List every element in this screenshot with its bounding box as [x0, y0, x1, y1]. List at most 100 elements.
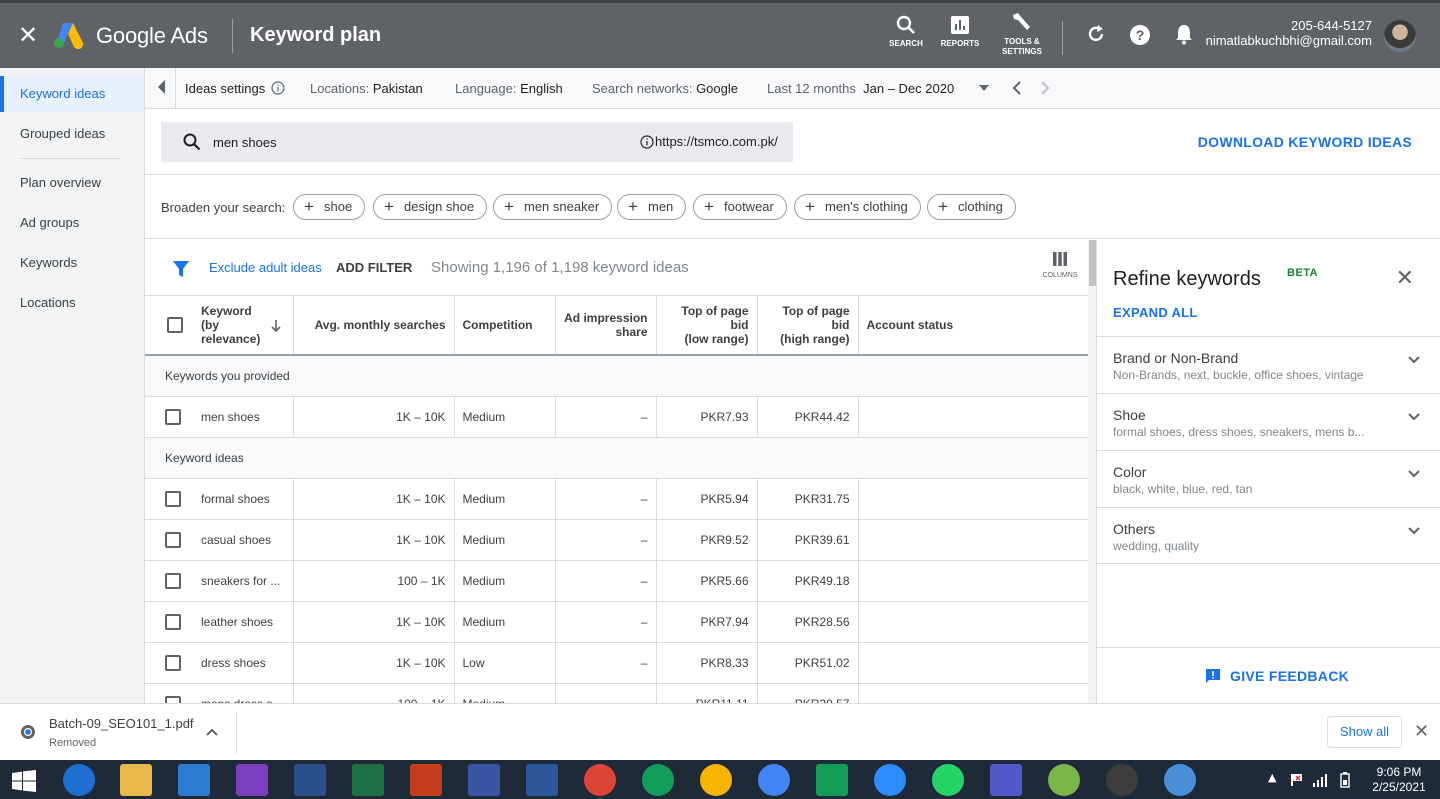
clock[interactable]: 9:06 PM 2/25/2021 [1366, 765, 1432, 795]
collapse-sidebar-icon[interactable] [155, 78, 167, 96]
account-info[interactable]: 205-644-5127 nimatlabkuchbhi@gmail.com [1206, 18, 1372, 48]
chevron-up-icon[interactable] [206, 728, 218, 736]
file-explorer-icon[interactable] [120, 764, 152, 796]
broaden-chip[interactable]: clothing [927, 194, 1016, 220]
vscode-icon[interactable] [178, 764, 210, 796]
chrome-icon[interactable] [700, 764, 732, 796]
info-icon[interactable] [640, 135, 654, 149]
table-scrollbar-thumb[interactable] [1089, 240, 1096, 286]
header-avg-monthly-searches[interactable]: Avg. monthly searches [293, 296, 455, 356]
show-all-downloads-button[interactable]: Show all [1327, 716, 1402, 748]
whatsapp-icon[interactable] [932, 764, 964, 796]
store-icon[interactable] [816, 764, 848, 796]
teams-icon[interactable] [990, 764, 1022, 796]
zoom-icon[interactable] [874, 764, 906, 796]
broaden-chip[interactable]: footwear [693, 194, 787, 220]
add-filter-button[interactable]: ADD FILTER [336, 260, 412, 275]
network-icon[interactable] [1312, 773, 1328, 787]
header-keyword[interactable]: Keyword (by relevance) [193, 296, 294, 356]
table-row[interactable]: dress shoes 1K – 10K Low – PKR8.33 PKR51… [145, 642, 1088, 684]
table-row[interactable]: sneakers for ... 100 – 1K Medium – PKR5.… [145, 560, 1088, 602]
table-row[interactable]: mens dress s... 100 – 1K Medium – PKR11.… [145, 683, 1088, 703]
visual-studio-icon[interactable] [236, 764, 268, 796]
tray-expand-icon[interactable]: ▲ [1268, 771, 1276, 784]
broaden-chip[interactable]: men's clothing [794, 194, 921, 220]
close-icon[interactable]: ✕ [1396, 266, 1414, 291]
info-icon[interactable] [271, 81, 285, 95]
previous-period-icon[interactable] [1012, 81, 1022, 95]
table-row[interactable]: casual shoes 1K – 10K Medium – PKR9.52 P… [145, 519, 1088, 561]
dropdown-arrow-icon[interactable] [979, 85, 989, 91]
powerpoint-icon[interactable] [410, 764, 442, 796]
word-icon[interactable] [526, 764, 558, 796]
table-scrollbar[interactable] [1088, 240, 1096, 703]
notifications-bell-icon[interactable] [1175, 23, 1193, 45]
chrome-icon[interactable] [758, 764, 790, 796]
row-checkbox[interactable] [165, 695, 181, 703]
header-account-status[interactable]: Account status [858, 296, 1088, 356]
refine-group-brand[interactable]: Brand or Non-Brand Non-Brands, next, buc… [1097, 336, 1440, 393]
row-checkbox[interactable] [165, 490, 181, 507]
flag-icon[interactable] [1290, 773, 1304, 787]
row-checkbox[interactable] [165, 613, 181, 630]
table-row[interactable]: leather shoes 1K – 10K Medium – PKR7.94 … [145, 601, 1088, 643]
obs-icon[interactable] [1106, 764, 1138, 796]
next-period-icon[interactable] [1040, 81, 1050, 95]
header-ad-impression-share[interactable]: Ad impression share [555, 296, 657, 356]
windows-start-icon[interactable] [12, 770, 36, 792]
columns-button[interactable]: COLUMNS [1041, 252, 1079, 279]
chrome-icon[interactable] [642, 764, 674, 796]
locations-setting[interactable]: Locations: Pakistan [310, 81, 423, 96]
header-competition[interactable]: Competition [454, 296, 556, 356]
date-range-selector[interactable]: Last 12 months Jan – Dec 2020 [767, 81, 954, 96]
refine-group-shoe[interactable]: Shoe formal shoes, dress shoes, sneakers… [1097, 393, 1440, 450]
battery-icon[interactable] [1338, 772, 1352, 788]
reports-tool-button[interactable]: REPORTS [938, 15, 982, 49]
filter-icon[interactable] [172, 260, 190, 278]
excel-icon[interactable] [352, 764, 384, 796]
search-networks-setting[interactable]: Search networks: Google [592, 81, 738, 96]
refine-group-others[interactable]: Others wedding, quality [1097, 507, 1440, 564]
table-row[interactable]: formal shoes 1K – 10K Medium – PKR5.94 P… [145, 478, 1088, 520]
broaden-chip[interactable]: design shoe [373, 194, 488, 220]
refine-group-color[interactable]: Color black, white, blue, red, tan [1097, 450, 1440, 507]
table-row[interactable]: men shoes 1K – 10K Medium – PKR7.93 PKR4… [145, 396, 1088, 438]
sidebar-item-keywords[interactable]: Keywords [0, 245, 144, 281]
header-bid-low[interactable]: Top of page bid (low range) [656, 296, 758, 356]
avatar[interactable] [1384, 20, 1416, 52]
visio-icon[interactable] [468, 764, 500, 796]
header-bid-high[interactable]: Top of page bid (high range) [757, 296, 859, 356]
refresh-icon[interactable] [1086, 24, 1106, 44]
keyword-search-input[interactable]: men shoes https://tsmco.com.pk/ [161, 122, 793, 162]
language-setting[interactable]: Language: English [455, 81, 563, 96]
site-url[interactable]: https://tsmco.com.pk/ [655, 134, 778, 149]
broaden-chip[interactable]: men sneaker [493, 194, 613, 220]
chrome-icon[interactable] [1164, 764, 1196, 796]
row-checkbox[interactable] [165, 572, 181, 589]
utorrent-icon[interactable] [1048, 764, 1080, 796]
broaden-chip[interactable]: men [617, 194, 687, 220]
row-checkbox[interactable] [165, 408, 181, 425]
sidebar-item-plan-overview[interactable]: Plan overview [0, 165, 144, 201]
sidebar-item-keyword-ideas[interactable]: Keyword ideas [0, 76, 144, 112]
sort-arrow-icon[interactable] [270, 320, 281, 332]
sidebar-item-locations[interactable]: Locations [0, 285, 144, 321]
internet-explorer-icon[interactable] [63, 764, 95, 796]
search-tool-button[interactable]: SEARCH [888, 15, 924, 49]
exclude-adult-ideas[interactable]: Exclude adult ideas [209, 260, 322, 275]
download-filename[interactable]: Batch-09_SEO101_1.pdf [49, 716, 194, 731]
tools-settings-button[interactable]: TOOLS & SETTINGS [998, 11, 1046, 57]
select-all-checkbox[interactable] [167, 317, 183, 333]
sidebar-item-ad-groups[interactable]: Ad groups [0, 205, 144, 241]
dev-cpp-icon[interactable] [294, 764, 326, 796]
sidebar-item-grouped-ideas[interactable]: Grouped ideas [0, 116, 144, 152]
help-icon[interactable]: ? [1129, 24, 1151, 46]
download-keyword-ideas-button[interactable]: DOWNLOAD KEYWORD IDEAS [1198, 134, 1412, 150]
row-checkbox[interactable] [165, 654, 181, 671]
close-icon[interactable]: ✕ [18, 23, 38, 47]
close-icon[interactable]: ✕ [1414, 721, 1429, 742]
row-checkbox[interactable] [165, 531, 181, 548]
expand-all-button[interactable]: EXPAND ALL [1113, 305, 1198, 320]
chrome-icon[interactable] [584, 764, 616, 796]
give-feedback-button[interactable]: GIVE FEEDBACK [1097, 647, 1440, 703]
